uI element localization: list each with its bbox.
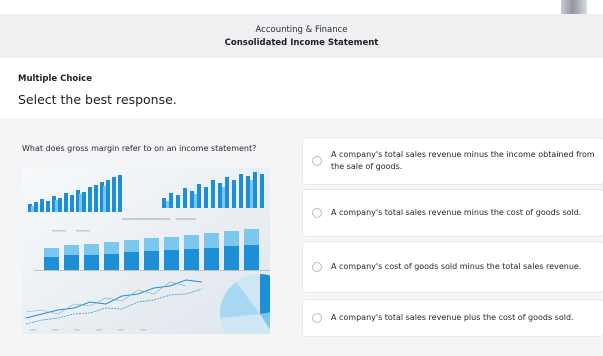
radio-button[interactable] [312,313,322,323]
answer-option-2[interactable]: A company's total sales revenue minus th… [303,190,603,236]
financial-charts-illustration [22,168,270,334]
radio-button[interactable] [312,156,322,166]
financial-charts-photo [22,168,270,334]
top-strip [0,0,603,14]
question-instruction: Select the best response. [18,92,177,107]
question-header: Multiple Choice Select the best response… [0,58,603,118]
course-name: Accounting & Finance [255,25,348,35]
answer-option-1[interactable]: A company's total sales revenue minus th… [303,138,603,184]
option-label: A company's total sales revenue minus th… [331,208,582,217]
option-label: A company's total sales revenue plus the… [331,313,574,322]
user-avatar[interactable] [561,0,587,14]
question-prompt: What does gross margin refer to on an in… [22,144,257,153]
question-type: Multiple Choice [18,74,92,84]
option-label: A company's total sales revenue minus th… [331,150,595,171]
option-label: A company's cost of goods sold minus the… [331,262,582,271]
lesson-title: Consolidated Income Statement [224,38,379,48]
page-header: Accounting & Finance Consolidated Income… [0,14,603,58]
answer-option-4[interactable]: A company's total sales revenue plus the… [303,300,603,336]
answer-option-3[interactable]: A company's cost of goods sold minus the… [303,242,603,292]
radio-button[interactable] [312,208,322,218]
radio-button[interactable] [312,262,322,272]
